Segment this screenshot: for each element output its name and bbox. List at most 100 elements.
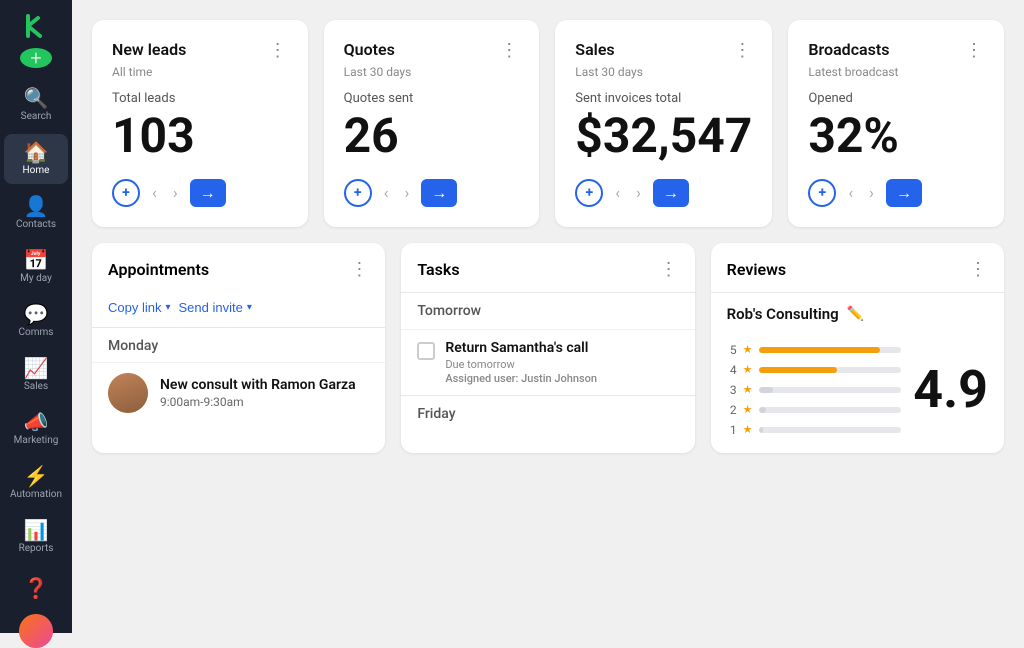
- sidebar-item-label: Automation: [10, 489, 62, 500]
- sidebar-item-label: Reports: [19, 543, 54, 554]
- sidebar-item-sales[interactable]: 📈 Sales: [4, 350, 68, 400]
- sidebar-item-comms[interactable]: 💬 Comms: [4, 296, 68, 346]
- myday-icon: 📅: [24, 250, 49, 270]
- stat-prev-new-leads[interactable]: ‹: [148, 181, 161, 204]
- sidebar-item-search[interactable]: 🔍 Search: [4, 80, 68, 130]
- stat-add-quotes[interactable]: +: [344, 179, 372, 207]
- stat-title-new-leads: New leads: [112, 40, 186, 59]
- stat-go-new-leads[interactable]: →: [190, 179, 226, 207]
- sidebar-item-home[interactable]: 🏠 Home: [4, 134, 68, 184]
- task-item: Return Samantha's call Due tomorrow Assi…: [401, 329, 694, 395]
- stat-next-new-leads[interactable]: ›: [169, 181, 182, 204]
- sidebar-item-contacts[interactable]: 👤 Contacts: [4, 188, 68, 238]
- review-row-5: 5 ★: [727, 343, 902, 357]
- stat-value-new-leads: 103: [112, 110, 288, 163]
- review-row-2: 2 ★: [727, 403, 902, 417]
- stat-prev-sales[interactable]: ‹: [611, 181, 624, 204]
- review-bar-fill: [759, 427, 763, 433]
- sidebar-item-help[interactable]: ❓: [4, 570, 68, 606]
- review-row-4: 4 ★: [727, 363, 902, 377]
- task-checkbox[interactable]: [417, 342, 435, 360]
- review-num: 4: [727, 363, 737, 377]
- apt-name: New consult with Ramon Garza: [160, 377, 356, 393]
- sidebar-item-label: Sales: [24, 381, 48, 392]
- review-num: 5: [727, 343, 737, 357]
- review-num: 3: [727, 383, 737, 397]
- stat-value-quotes: 26: [344, 110, 520, 163]
- review-bar-fill: [759, 367, 837, 373]
- stat-card-broadcasts: Broadcasts ⋮ Latest broadcast Opened 32%…: [788, 20, 1004, 227]
- review-star-icon: ★: [743, 363, 753, 376]
- stat-prev-broadcasts[interactable]: ‹: [844, 181, 857, 204]
- stat-next-broadcasts[interactable]: ›: [865, 181, 878, 204]
- user-avatar[interactable]: [19, 614, 53, 648]
- reviews-business-name: Rob's Consulting: [727, 305, 839, 323]
- reviews-content: 5 ★ 4 ★ 3 ★ 2 ★ 1 ★: [711, 335, 1004, 453]
- copy-link-button[interactable]: Copy link ▾: [108, 300, 171, 315]
- stat-value-sales: $32,547: [575, 110, 752, 163]
- stat-more-broadcasts[interactable]: ⋮: [965, 40, 984, 61]
- stat-value-broadcasts: 32%: [808, 110, 984, 163]
- contacts-icon: 👤: [24, 196, 49, 216]
- stat-label-quotes: Quotes sent: [344, 91, 520, 106]
- stat-label-new-leads: Total leads: [112, 91, 288, 106]
- send-invite-chevron: ▾: [247, 302, 252, 313]
- stat-more-new-leads[interactable]: ⋮: [269, 40, 288, 61]
- stat-label-sales: Sent invoices total: [575, 91, 752, 106]
- task-assigned-user: Justin Johnson: [521, 372, 597, 385]
- stat-label-broadcasts: Opened: [808, 91, 984, 106]
- appointments-card: Appointments ⋮ Copy link ▾ Send invite ▾…: [92, 243, 385, 453]
- stat-go-sales[interactable]: →: [653, 179, 689, 207]
- task-assigned-label: Assigned user:: [445, 372, 518, 385]
- stat-go-quotes[interactable]: →: [421, 179, 457, 207]
- reviews-bars: 5 ★ 4 ★ 3 ★ 2 ★ 1 ★: [727, 343, 902, 437]
- stat-next-quotes[interactable]: ›: [400, 181, 413, 204]
- sidebar-item-label: My day: [20, 273, 52, 284]
- review-star-icon: ★: [743, 423, 753, 436]
- sidebar-item-label: Search: [21, 111, 52, 122]
- stat-more-quotes[interactable]: ⋮: [500, 40, 519, 61]
- task-assigned: Assigned user: Justin Johnson: [445, 372, 597, 385]
- stat-more-sales[interactable]: ⋮: [733, 40, 752, 61]
- send-invite-button[interactable]: Send invite ▾: [179, 300, 252, 315]
- stat-go-broadcasts[interactable]: →: [886, 179, 922, 207]
- stat-add-broadcasts[interactable]: +: [808, 179, 836, 207]
- stat-prev-quotes[interactable]: ‹: [380, 181, 393, 204]
- review-star-icon: ★: [743, 343, 753, 356]
- stat-card-quotes: Quotes ⋮ Last 30 days Quotes sent 26 + ‹…: [324, 20, 540, 227]
- automation-icon: ⚡: [24, 466, 49, 486]
- reviews-score: 4.9: [913, 364, 988, 416]
- sidebar-item-reports[interactable]: 📊 Reports: [4, 512, 68, 562]
- sidebar-item-label: Marketing: [14, 435, 59, 446]
- stat-title-quotes: Quotes: [344, 40, 395, 59]
- stat-subtitle-new-leads: All time: [112, 65, 288, 79]
- stat-add-new-leads[interactable]: +: [112, 179, 140, 207]
- appointments-more[interactable]: ⋮: [350, 259, 369, 280]
- apt-time: 9:00am-9:30am: [160, 395, 356, 409]
- apt-avatar: [108, 373, 148, 413]
- sidebar-item-automation[interactable]: ⚡ Automation: [4, 458, 68, 508]
- stat-next-sales[interactable]: ›: [632, 181, 645, 204]
- edit-icon[interactable]: ✏️: [847, 306, 864, 322]
- sidebar-item-marketing[interactable]: 📣 Marketing: [4, 404, 68, 454]
- reviews-title: Reviews: [727, 260, 787, 279]
- sidebar-item-myday[interactable]: 📅 My day: [4, 242, 68, 292]
- apt-day-label: Monday: [92, 328, 385, 362]
- tasks-more[interactable]: ⋮: [660, 259, 679, 280]
- reports-icon: 📊: [24, 520, 49, 540]
- review-bar-bg: [759, 347, 902, 353]
- reviews-card: Reviews ⋮ Rob's Consulting ✏️ 5 ★ 4 ★: [711, 243, 1004, 453]
- sales-icon: 📈: [24, 358, 49, 378]
- sidebar-item-label: Comms: [19, 327, 54, 338]
- task-name: Return Samantha's call: [445, 340, 597, 356]
- stat-title-broadcasts: Broadcasts: [808, 40, 889, 59]
- help-icon: ❓: [24, 578, 49, 598]
- stat-subtitle-broadcasts: Latest broadcast: [808, 65, 984, 79]
- tasks-tomorrow-label: Tomorrow: [401, 292, 694, 329]
- review-bar-bg: [759, 407, 902, 413]
- stat-add-sales[interactable]: +: [575, 179, 603, 207]
- add-button[interactable]: +: [20, 48, 52, 68]
- reviews-more[interactable]: ⋮: [969, 259, 988, 280]
- sidebar-item-label: Home: [23, 165, 50, 176]
- review-bar-bg: [759, 367, 902, 373]
